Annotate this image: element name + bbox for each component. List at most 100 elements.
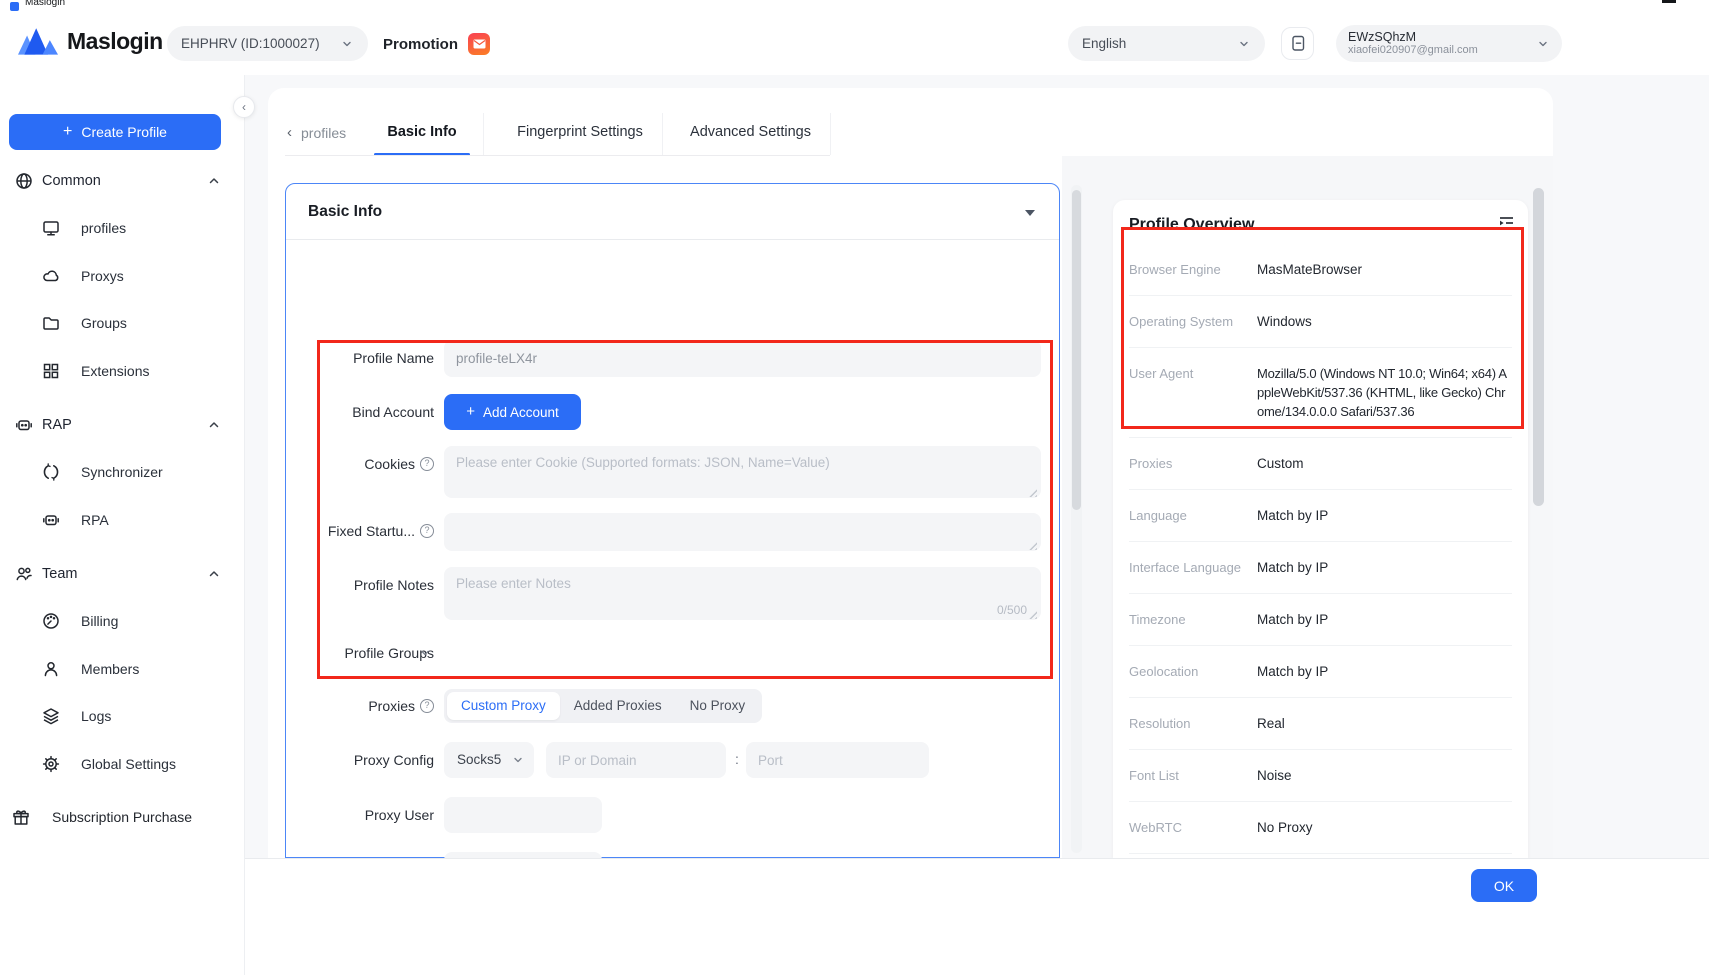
overview-row-browser-engine: Browser Engine MasMateBrowser — [1129, 244, 1512, 296]
proxy-user-input[interactable] — [444, 797, 602, 833]
proxy-protocol-select[interactable]: Socks5 — [444, 742, 534, 778]
window-title: Maslogin — [25, 0, 65, 8]
sync-icon — [42, 463, 60, 481]
account-menu[interactable]: EWzSQhzM xiaofei020907@gmail.com — [1336, 25, 1562, 62]
brand-name: Maslogin — [67, 28, 163, 55]
folder-icon — [42, 314, 60, 332]
sidebar-item-synchronizer[interactable]: Synchronizer — [0, 452, 245, 492]
proxy-port-input[interactable] — [746, 742, 929, 778]
fixed-startup-textarea[interactable] — [444, 513, 1041, 551]
sidebar-item-groups[interactable]: Groups — [0, 303, 245, 343]
sidebar-item-logs[interactable]: Logs — [0, 696, 245, 736]
chevron-down-icon — [511, 753, 525, 767]
sidebar: + Create Profile Common profiles Proxys — [0, 75, 245, 975]
scrollbar-thumb[interactable] — [1072, 190, 1081, 510]
row-label: User Agent — [1129, 364, 1249, 383]
sidebar-item-subscription-purchase[interactable]: Subscription Purchase — [0, 797, 245, 837]
row-value: Match by IP — [1257, 662, 1512, 681]
create-profile-button[interactable]: + Create Profile — [9, 114, 221, 150]
item-label: Billing — [81, 613, 118, 629]
globe-icon — [15, 172, 33, 190]
cookies-textarea[interactable] — [444, 446, 1041, 498]
sidebar-item-proxys[interactable]: Proxys — [0, 256, 245, 296]
sidebar-section-common[interactable]: Common — [0, 161, 245, 201]
overview-row-language: Language Match by IP — [1129, 490, 1512, 542]
row-label: Timezone — [1129, 610, 1249, 629]
item-label: Members — [81, 661, 139, 677]
content-card: ‹ profiles Basic Info Fingerprint Settin… — [268, 88, 1553, 858]
help-icon[interactable]: ? — [420, 699, 434, 713]
overview-row-proxies: Proxies Custom — [1129, 438, 1512, 490]
proxy-host-input[interactable] — [546, 742, 726, 778]
sidebar-item-profiles[interactable]: profiles — [0, 208, 245, 248]
sidebar-section-team[interactable]: Team — [0, 554, 245, 594]
sidebar-item-rpa[interactable]: RPA — [0, 500, 245, 540]
proxy-user-row: Proxy User — [286, 797, 1059, 833]
cookies-row: Cookies ? — [286, 446, 1059, 503]
language-selector[interactable]: English — [1068, 26, 1265, 61]
gear-icon — [42, 755, 60, 773]
minimize-icon[interactable] — [1662, 0, 1676, 3]
bind-account-row: Bind Account + Add Account — [286, 394, 1059, 430]
segment-no-proxy[interactable]: No Proxy — [676, 692, 760, 720]
item-label: Logs — [81, 708, 111, 724]
promotion-link[interactable]: Promotion — [383, 33, 490, 55]
language-label: English — [1082, 36, 1237, 51]
add-account-button[interactable]: + Add Account — [444, 394, 581, 430]
section-label: RAP — [42, 417, 72, 433]
profile-notes-textarea[interactable] — [444, 567, 1041, 620]
chevron-down-icon — [1237, 37, 1251, 51]
basic-info-header[interactable]: Basic Info — [286, 184, 1059, 240]
overview-scrollbar-thumb[interactable] — [1533, 188, 1544, 506]
back-to-profiles[interactable]: ‹ profiles — [287, 124, 346, 142]
collapse-chevron-icon: ‹ — [242, 100, 246, 114]
collapse-caret-icon[interactable] — [1025, 210, 1035, 216]
content-scrollbar[interactable] — [1071, 185, 1082, 853]
fixed-startup-field — [444, 513, 1041, 556]
proxy-config-row: Proxy Config Socks5 : — [286, 742, 1059, 778]
collapse-panel-icon[interactable] — [1498, 215, 1515, 231]
main-area: ‹ profiles Basic Info Fingerprint Settin… — [245, 75, 1709, 975]
tab-basic-info[interactable]: Basic Info — [374, 124, 470, 144]
active-tab-underline — [374, 153, 470, 156]
window-titlebar: Maslogin — [0, 0, 1709, 13]
help-icon[interactable]: ? — [420, 457, 434, 471]
chevron-down-icon — [418, 646, 432, 660]
sidebar-section-rap[interactable]: RAP — [0, 405, 245, 445]
app-header: Maslogin EHPHRV (ID:1000027) Promotion E… — [0, 13, 1709, 75]
proxies-row: Proxies ? Custom Proxy Added Proxies No … — [286, 689, 1059, 723]
row-value: Noise — [1257, 766, 1512, 785]
profile-name-input[interactable] — [444, 340, 1041, 377]
item-label: Synchronizer — [81, 464, 163, 480]
ok-button[interactable]: OK — [1471, 869, 1537, 902]
docs-button[interactable] — [1281, 27, 1314, 60]
chevron-up-icon — [208, 568, 220, 580]
tab-advanced-settings[interactable]: Advanced Settings — [688, 124, 813, 144]
sidebar-item-global-settings[interactable]: Global Settings — [0, 744, 245, 784]
sidebar-item-billing[interactable]: Billing — [0, 601, 245, 641]
account-info: EWzSQhzM xiaofei020907@gmail.com — [1348, 30, 1528, 57]
segment-custom-proxy[interactable]: Custom Proxy — [447, 692, 560, 720]
profile-name-row: Profile Name — [286, 340, 1059, 377]
tab-fingerprint-settings[interactable]: Fingerprint Settings — [510, 124, 650, 144]
plus-icon: + — [466, 403, 475, 420]
field-label: Bind Account — [296, 394, 434, 430]
help-icon[interactable]: ? — [420, 524, 434, 538]
overview-header: Profile Overview — [1113, 200, 1528, 244]
segment-added-proxies[interactable]: Added Proxies — [560, 692, 676, 720]
tab-bar: ‹ profiles Basic Info Fingerprint Settin… — [268, 88, 1553, 156]
workspace-label: EHPHRV (ID:1000027) — [181, 36, 340, 51]
sidebar-item-extensions[interactable]: Extensions — [0, 351, 245, 391]
account-name: EWzSQhzM — [1348, 30, 1528, 44]
sidebar-item-members[interactable]: Members — [0, 649, 245, 689]
monitor-icon — [42, 219, 60, 237]
app-icon — [10, 2, 19, 11]
panel-title: Basic Info — [308, 203, 382, 221]
field-label: Proxy User — [296, 797, 434, 833]
field-label-text: Cookies — [364, 456, 415, 472]
team-icon — [15, 565, 33, 583]
profile-notes-row: Profile Notes 0/500 — [286, 567, 1059, 625]
chevron-down-icon — [1536, 37, 1550, 51]
sidebar-collapse-button[interactable]: ‹ — [233, 96, 255, 118]
workspace-selector[interactable]: EHPHRV (ID:1000027) — [167, 26, 368, 61]
